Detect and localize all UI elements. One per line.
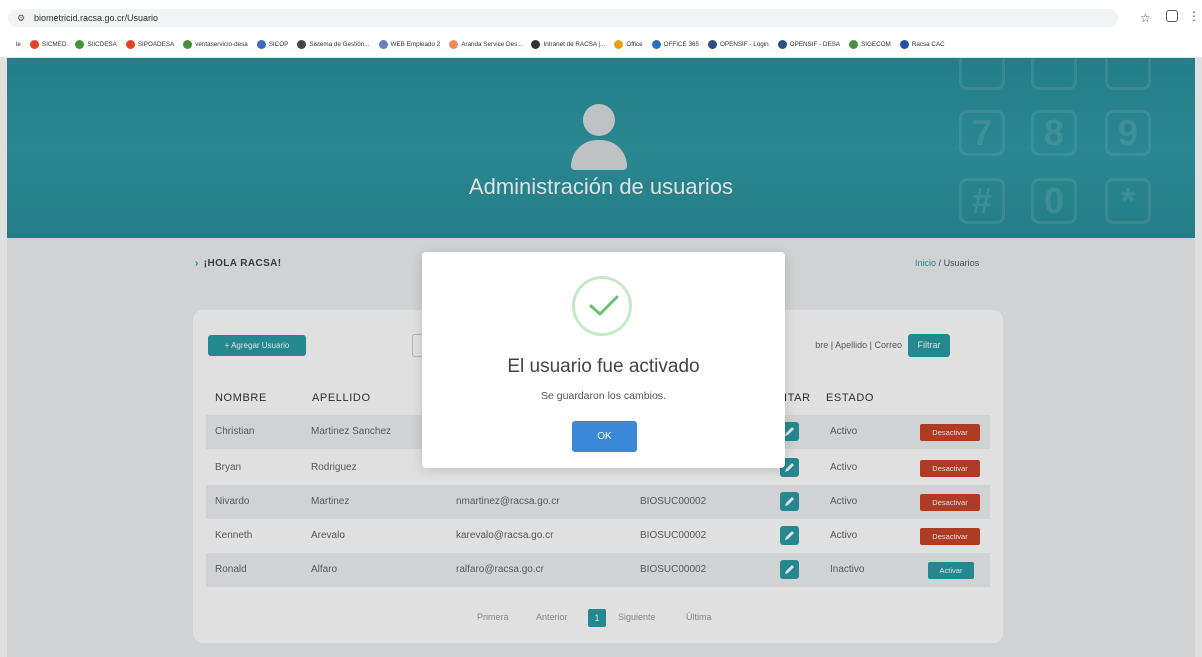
bookmark-item[interactable]: Aranda Service Des... — [449, 39, 523, 49]
bookmark-label: ventaservicio-desa — [195, 40, 248, 48]
bookmark-item[interactable]: SICOP — [256, 39, 289, 49]
bookmark-label: OFFICE 365 — [663, 40, 700, 48]
bookmark-item[interactable]: SICMED — [29, 39, 67, 49]
bookmark-item[interactable]: OPENSIF - DESA — [777, 39, 841, 49]
bookmark-label: Intranet de RACSA |... — [543, 40, 606, 48]
bookmark-item[interactable]: SIGECOM — [849, 39, 891, 49]
bookmark-label: OPENSIF - Login — [720, 40, 769, 48]
extensions-icon[interactable] — [1166, 10, 1178, 22]
bookmark-label: SICMED — [41, 40, 67, 48]
dialog-message: Se guardaron los cambios. — [541, 390, 666, 402]
bookmark-favicon-icon — [849, 39, 859, 49]
bookmark-label: SICOP — [268, 40, 289, 48]
bookmark-favicon-icon — [75, 39, 85, 49]
bookmark-favicon-icon — [899, 39, 909, 49]
bookmark-label: SIICDESA — [87, 40, 117, 48]
bookmark-favicon-icon — [29, 39, 39, 49]
bookmark-item[interactable]: Sistema de Gestión... — [297, 39, 370, 49]
bookmark-favicon-icon — [614, 39, 624, 49]
bookmark-label: Racsa CAC — [911, 40, 945, 48]
bookmark-favicon-icon — [449, 39, 459, 49]
browser-toolbar: ⚙ biometricid.racsa.go.cr/Usuario ☆ ⋮ le… — [0, 0, 1202, 58]
bookmark-item[interactable]: Racsa CAC — [899, 39, 945, 49]
bookmark-favicon-icon — [651, 39, 661, 49]
bookmark-label: le — [16, 40, 21, 48]
bookmark-label: Office — [626, 40, 643, 48]
menu-icon[interactable]: ⋮ — [1188, 9, 1200, 23]
bookmark-favicon-icon — [777, 39, 787, 49]
bookmark-item[interactable]: Office — [614, 39, 643, 49]
bookmark-item[interactable]: ventaservicio-desa — [183, 39, 248, 49]
dialog-title: El usuario fue activado — [507, 356, 700, 377]
bookmark-label: Sistema de Gestión... — [309, 40, 370, 48]
bookmark-favicon-icon — [256, 39, 266, 49]
bookmark-label: OPENSIF - DESA — [789, 40, 841, 48]
ok-button[interactable]: OK — [572, 421, 637, 452]
url-text: biometricid.racsa.go.cr/Usuario — [34, 13, 159, 23]
bookmark-item[interactable]: Intranet de RACSA |... — [531, 39, 606, 49]
site-info-icon[interactable]: ⚙ — [17, 13, 28, 23]
bookmark-item[interactable]: SIICDESA — [75, 39, 117, 49]
bookmark-favicon-icon — [378, 39, 388, 49]
bookmark-item[interactable]: OFFICE 365 — [651, 39, 700, 49]
bookmark-label: WEB Empleado 2 — [390, 40, 441, 48]
bookmark-item[interactable]: le — [4, 39, 21, 49]
bookmark-label: Aranda Service Des... — [461, 40, 523, 48]
bookmark-label: SIPOADESA — [137, 40, 175, 48]
bookmark-favicon-icon — [4, 39, 13, 49]
bookmark-star-icon[interactable]: ☆ — [1140, 11, 1151, 25]
bookmarks-bar: le SICMED SIICDESA SIPOADESA ventaservicio-d… — [4, 36, 1202, 52]
bookmark-label: SIGECOM — [861, 40, 891, 48]
bookmark-favicon-icon — [708, 39, 718, 49]
success-check-icon — [572, 276, 632, 336]
bookmark-favicon-icon — [125, 39, 135, 49]
address-bar[interactable]: ⚙ biometricid.racsa.go.cr/Usuario — [8, 9, 1118, 27]
bookmark-favicon-icon — [531, 39, 541, 49]
success-dialog: El usuario fue activado Se guardaron los… — [422, 252, 785, 468]
bookmark-item[interactable]: SIPOADESA — [125, 39, 175, 49]
bookmark-favicon-icon — [183, 39, 193, 49]
bookmark-favicon-icon — [297, 39, 307, 49]
bookmark-item[interactable]: WEB Empleado 2 — [378, 39, 441, 49]
bookmark-item[interactable]: OPENSIF - Login — [708, 39, 769, 49]
